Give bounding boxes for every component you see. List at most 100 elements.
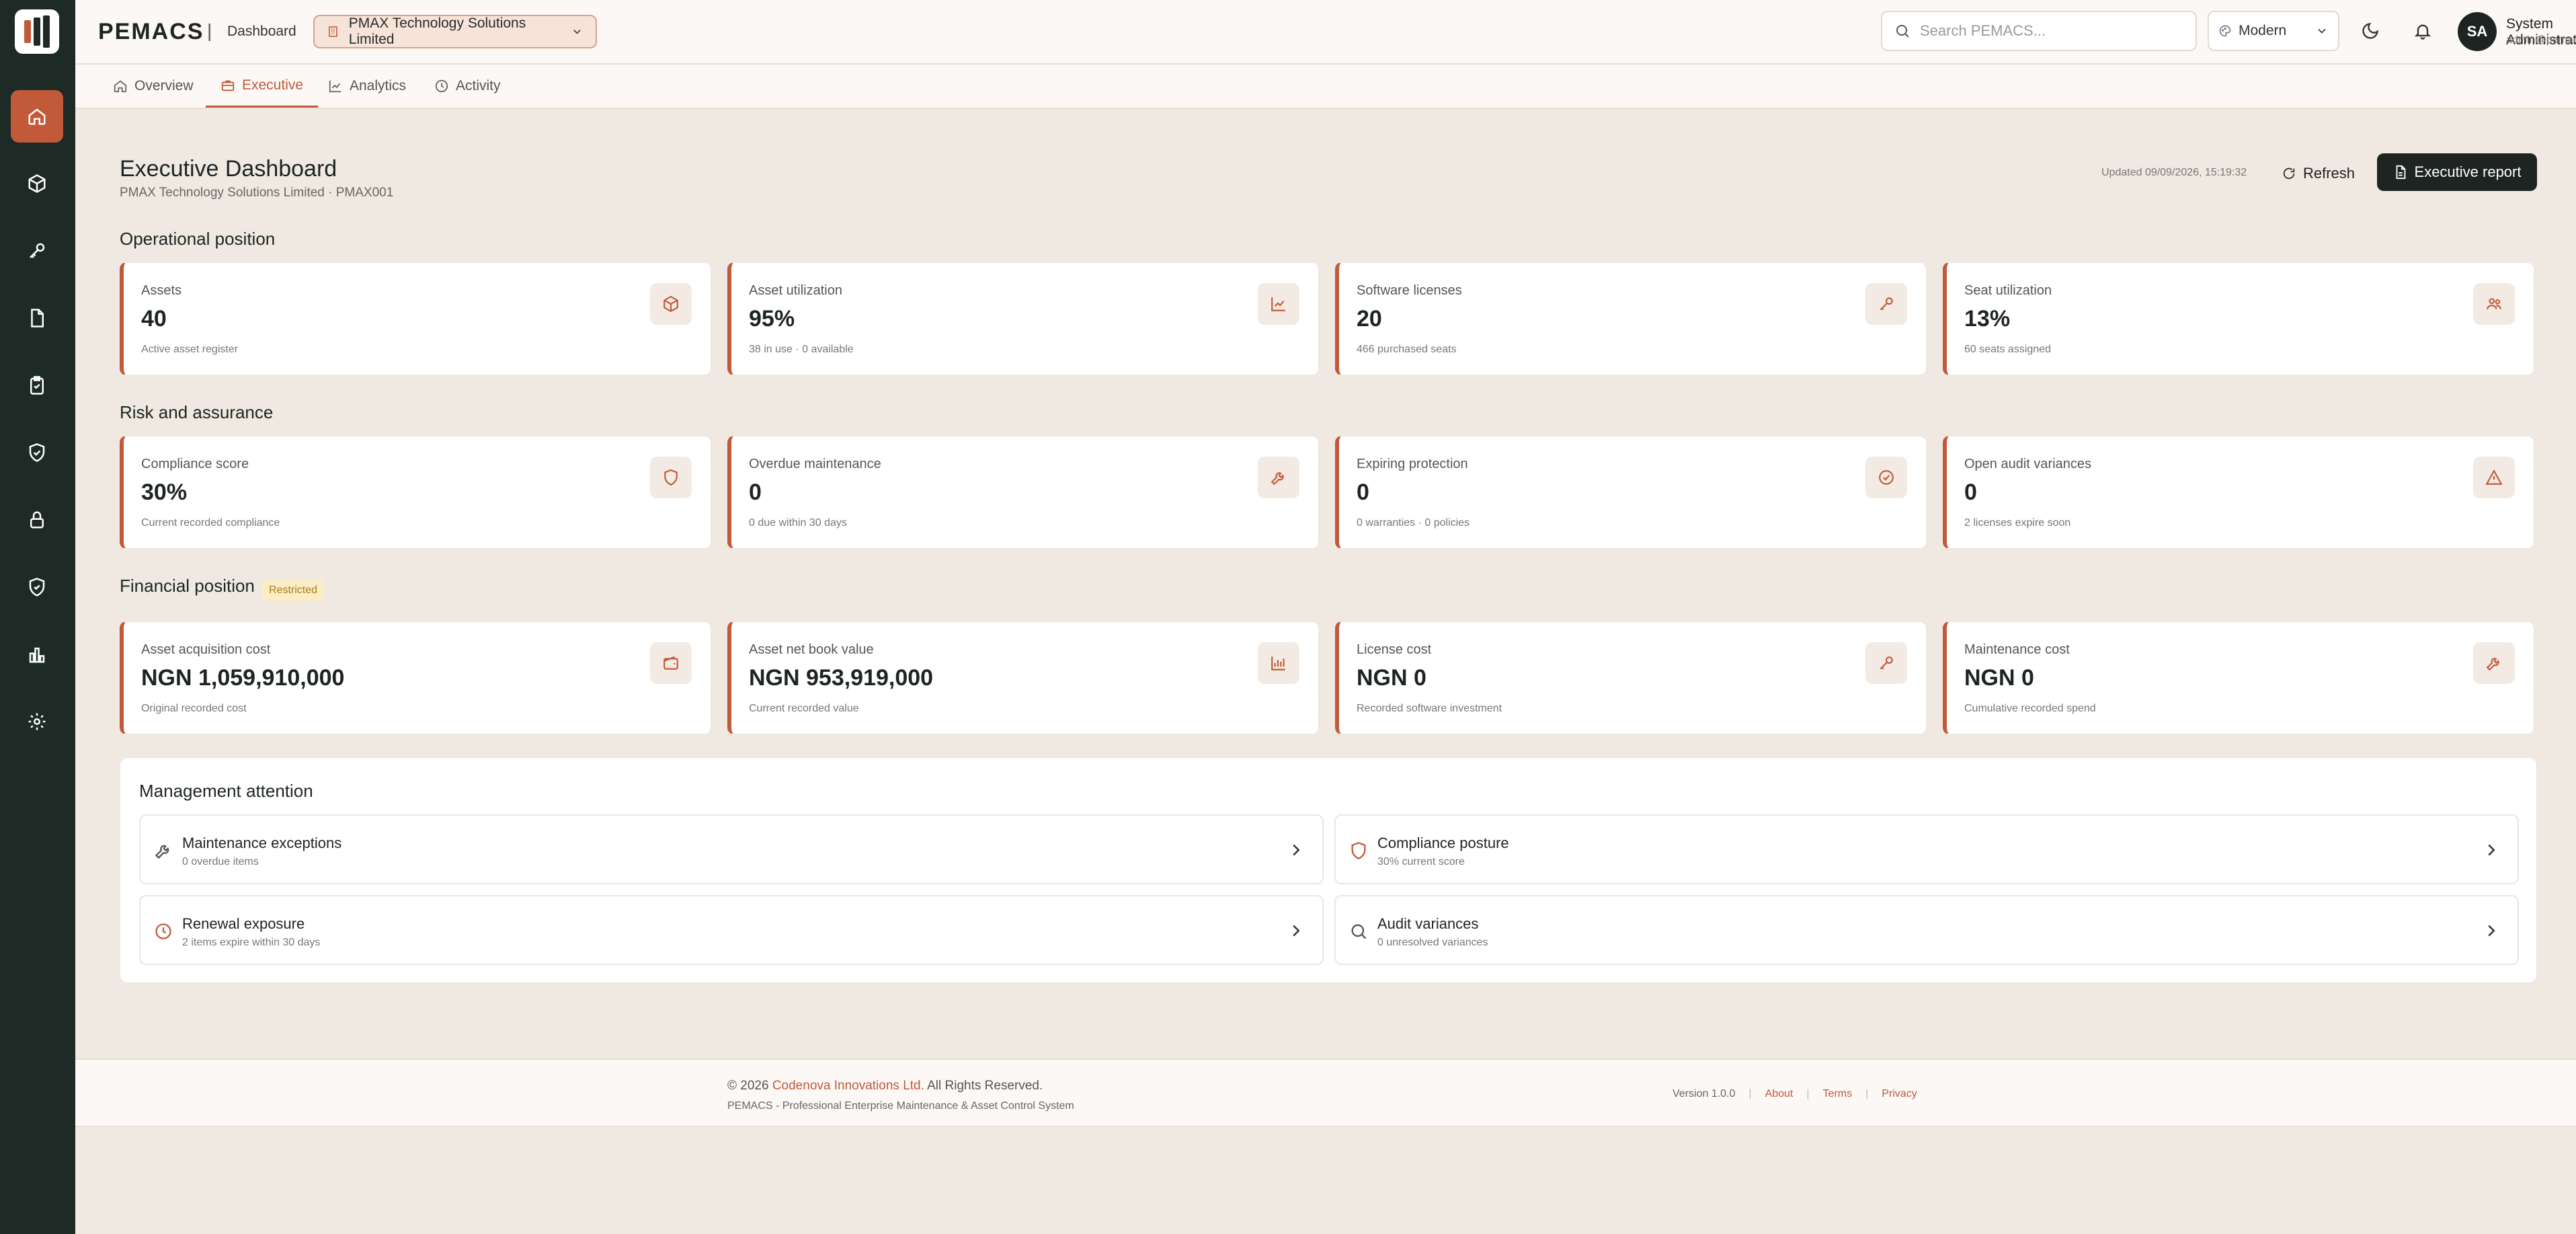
attention-item-subtitle: 0 unresolved variances — [1377, 937, 1488, 948]
divider: | — [1806, 1088, 1810, 1100]
wrench-icon — [155, 845, 169, 859]
kpi-card-assets[interactable]: Assets 40 Active asset register — [120, 262, 711, 375]
kpi-label: Software licenses — [1357, 283, 1462, 298]
about-link[interactable]: About — [1765, 1088, 1794, 1100]
box-icon — [663, 295, 678, 313]
sidebar-item-home[interactable] — [11, 90, 63, 143]
chevron-right-icon — [1293, 925, 1300, 937]
kpi-value: 0 — [749, 479, 762, 505]
restricted-badge: Restricted — [262, 580, 325, 601]
kpi-value: NGN 1,059,910,000 — [141, 665, 345, 691]
kpi-label: Assets — [141, 283, 182, 298]
sidebar-item-reports[interactable] — [11, 628, 63, 681]
kpi-label: Maintenance cost — [1964, 642, 2070, 657]
tab-analytics[interactable]: Analytics — [328, 65, 406, 108]
kpi-hint: Cumulative recorded spend — [1964, 703, 2096, 714]
kpi-label: Overdue maintenance — [749, 457, 881, 471]
kpi-hint: 0 warranties · 0 policies — [1357, 517, 1470, 529]
sidebar-item-protection[interactable] — [11, 561, 63, 613]
attention-item-title: Renewal exposure — [182, 915, 305, 932]
sidebar-item-compliance[interactable] — [11, 426, 63, 479]
kpi-card-asset-acquisition-cost[interactable]: Asset acquisition cost NGN 1,059,910,000… — [120, 621, 711, 734]
kpi-label: Open audit variances — [1964, 457, 2092, 471]
home-icon — [114, 80, 127, 93]
check-circle-icon — [1879, 470, 1894, 485]
search-input[interactable] — [1920, 22, 2175, 40]
file-icon — [2396, 165, 2405, 180]
tab-activity[interactable]: Activity — [434, 65, 501, 108]
refresh-label: Refresh — [2303, 165, 2356, 182]
sidebar-item-settings[interactable] — [11, 695, 63, 748]
key-icon — [1880, 656, 1893, 670]
key-icon — [30, 243, 45, 258]
kpi-card-expiring-protection[interactable]: Expiring protection 0 0 warranties · 0 p… — [1335, 436, 1927, 549]
executive-report-button[interactable]: Executive report — [2377, 153, 2537, 191]
brand-name[interactable]: PEMACS — [98, 19, 204, 45]
page-subtitle: PMAX Technology Solutions Limited · PMAX… — [120, 186, 394, 200]
dark-mode-toggle[interactable] — [2357, 17, 2384, 44]
tab-overview[interactable]: Overview — [113, 65, 194, 108]
kpi-value: NGN 0 — [1357, 665, 1426, 691]
privacy-link[interactable]: Privacy — [1882, 1088, 1917, 1100]
tab-executive[interactable]: Executive — [206, 65, 319, 108]
sidebar-item-documents[interactable] — [11, 292, 63, 344]
wallet-icon — [663, 656, 678, 670]
kpi-label: Seat utilization — [1964, 283, 2052, 298]
refresh-button[interactable]: Refresh — [2278, 157, 2359, 190]
sidebar-item-licenses[interactable] — [11, 225, 63, 277]
attention-item-title: Audit variances — [1377, 915, 1479, 932]
kpi-card-license-cost[interactable]: License cost NGN 0 Recorded software inv… — [1335, 621, 1927, 734]
app-logo[interactable] — [15, 9, 59, 54]
search-icon — [1896, 25, 1909, 38]
kpi-card-compliance-score[interactable]: Compliance score 30% Current recorded co… — [120, 436, 711, 549]
kpi-value: 13% — [1964, 306, 2011, 332]
tab-label: Analytics — [350, 78, 407, 93]
theme-select-value: Modern — [2239, 23, 2287, 38]
page-title: Executive Dashboard — [120, 156, 337, 182]
users-icon — [2487, 298, 2501, 309]
attention-item-compliance-posture[interactable]: Compliance posture 30% current score — [1334, 814, 2519, 884]
bar-chart-icon — [29, 648, 45, 663]
kpi-value: 0 — [1357, 479, 1369, 505]
terms-link[interactable]: Terms — [1823, 1088, 1853, 1100]
kpi-card-open-audit-variances[interactable]: Open audit variances 0 2 licenses expire… — [1943, 436, 2534, 549]
notifications-button[interactable] — [2409, 17, 2436, 44]
kpi-hint: 466 purchased seats — [1357, 344, 1457, 355]
attention-item-subtitle: 2 items expire within 30 days — [182, 937, 321, 948]
kpi-card-maintenance-cost[interactable]: Maintenance cost NGN 0 Cumulative record… — [1943, 621, 2534, 734]
sidebar-item-audits[interactable] — [11, 359, 63, 412]
attention-item-renewal-exposure[interactable]: Renewal exposure 2 items expire within 3… — [139, 895, 1324, 965]
kpi-card-seat-utilization[interactable]: Seat utilization 13% 60 seats assigned — [1943, 262, 2534, 375]
kpi-hint: Active asset register — [141, 344, 239, 355]
avatar[interactable]: SA — [2458, 12, 2497, 51]
theme-select[interactable]: Modern — [2208, 11, 2339, 51]
moon-icon — [2362, 23, 2378, 39]
search-box[interactable] — [1881, 11, 2197, 51]
executive-report-label: Executive report — [2414, 163, 2522, 180]
kpi-card-overdue-maintenance[interactable]: Overdue maintenance 0 0 due within 30 da… — [727, 436, 1319, 549]
bell-icon — [2414, 24, 2431, 40]
palette-icon — [2219, 25, 2231, 37]
search-icon — [1351, 924, 1367, 939]
updated-timestamp: Updated 09/09/2026, 15:19:32 — [2101, 167, 2247, 178]
attention-item-title: Compliance posture — [1377, 835, 1509, 851]
sidebar-item-assets[interactable] — [11, 157, 63, 210]
chevron-right-icon — [2488, 925, 2495, 937]
management-attention-panel: Management attention Maintenance excepti… — [120, 757, 2537, 983]
kpi-label: Expiring protection — [1357, 457, 1468, 471]
footer-links: Version 1.0.0 | About | Terms | Privacy — [1673, 1088, 1917, 1100]
attention-item-title: Maintenance exceptions — [182, 835, 342, 851]
document-icon — [31, 309, 44, 327]
breadcrumb[interactable]: Dashboard — [227, 24, 296, 40]
kpi-card-asset-utilization[interactable]: Asset utilization 95% 38 in use · 0 avai… — [727, 262, 1319, 375]
attention-item-audit-variances[interactable]: Audit variances 0 unresolved variances — [1334, 895, 2519, 965]
kpi-card-asset-net-book-value[interactable]: Asset net book value NGN 953,919,000 Cur… — [727, 621, 1319, 734]
lock-icon — [30, 511, 44, 529]
attention-item-maintenance-exceptions[interactable]: Maintenance exceptions 0 overdue items — [139, 814, 1324, 884]
company-link[interactable]: Codenova Innovations Ltd. — [772, 1079, 924, 1093]
section-title-operational: Operational position — [120, 229, 276, 249]
organization-select[interactable]: PMAX Technology Solutions Limited — [313, 15, 597, 48]
kpi-card-software-licenses[interactable]: Software licenses 20 466 purchased seats — [1335, 262, 1927, 375]
sidebar-item-security[interactable] — [11, 494, 63, 546]
shield-check-icon — [29, 443, 45, 462]
